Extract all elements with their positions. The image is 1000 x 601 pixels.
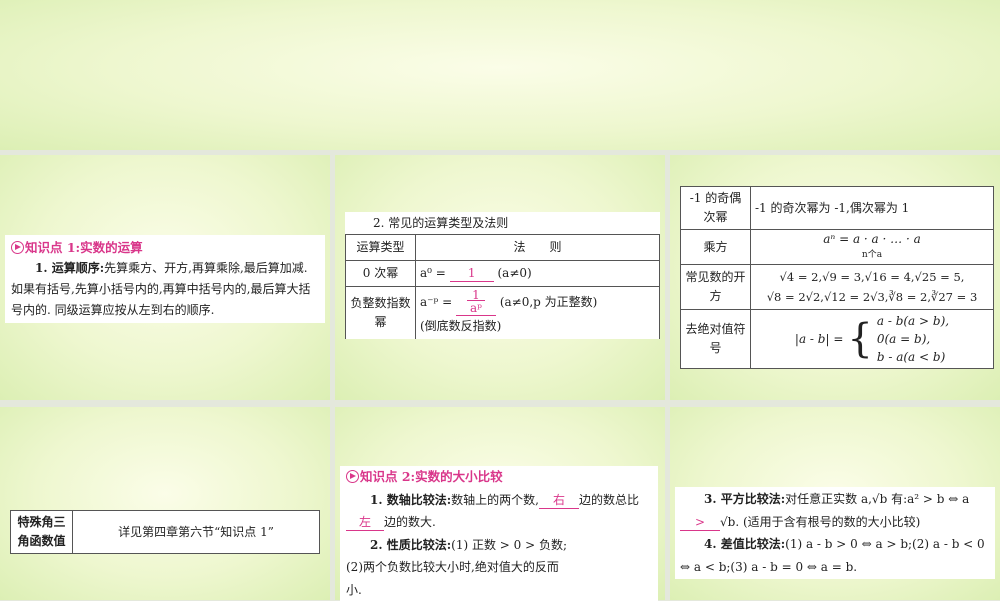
row-type: 常见数的开方 <box>680 264 751 310</box>
knowledge-point-2: 知识点 2:实数的大小比较 1. 数轴比较法:数轴上的两个数, 右边的数总比左 边的… <box>340 466 658 601</box>
answer: > <box>680 514 720 531</box>
row-type: -1 的奇偶次幂 <box>680 186 751 230</box>
row-rule: -1 的奇次幂为 -1,偶次幂为 1 <box>750 186 994 230</box>
play-icon <box>11 241 24 254</box>
kp1-title: 知识点 1:实数的运算 <box>25 240 143 255</box>
condition: (a≠0) <box>497 266 532 280</box>
method-label: 2. 性质比较法: <box>370 537 452 552</box>
formula: |a - b| = <box>794 331 844 346</box>
header-rule: 法 则 <box>415 234 660 261</box>
condition: (a≠0,p 为正整数) <box>499 295 598 309</box>
formula: a⁰ = <box>420 266 446 280</box>
table-title: 2. 常见的运算类型及法则 <box>373 216 509 230</box>
text: 对任意正实数 a,√b 有:a² > b ⇔ a <box>785 492 970 506</box>
row-type: 0 次幂 <box>345 260 416 287</box>
row-type: 去绝对值符号 <box>680 309 751 369</box>
top-panel <box>0 0 1000 150</box>
row-type: 乘方 <box>680 229 751 265</box>
method-label: 4. 差值比较法: <box>704 537 786 551</box>
answer: 1 <box>449 265 494 282</box>
panel-4 <box>0 407 330 600</box>
case: a - b(a > b), <box>876 314 950 328</box>
kp2-title: 知识点 2:实数的大小比较 <box>360 469 503 484</box>
answer: 右 <box>538 492 579 509</box>
formula: a⁻ᵖ = <box>420 295 453 309</box>
rules-table-continued: -1 的奇偶次幂 -1 的奇次幂为 -1,偶次幂为 1 乘方 aⁿ = a · a … <box>680 186 994 369</box>
note: (倒底数反指数) <box>420 319 502 333</box>
row-rule: 详见第四章第六节“知识点 1” <box>72 510 320 554</box>
operation-rules-table: 2. 常见的运算类型及法则 运算类型法 则 0 次幂 a⁰ = 1 (a≠0) 负… <box>345 212 660 339</box>
header-type: 运算类型 <box>345 234 416 261</box>
knowledge-point-1: 知识点 1:实数的运算 1. 运算顺序:先算乘方、开方,再算乘除,最后算加减. … <box>5 235 325 323</box>
play-icon <box>346 470 359 483</box>
row-rule: √4 = 2,√9 = 3,√16 = 4,√25 = 5, <box>779 270 965 284</box>
case: b - a(a < b) <box>876 350 946 364</box>
item-label: 1. 运算顺序: <box>35 261 105 275</box>
brace-label: n个a <box>861 250 883 260</box>
row-rule: aⁿ = a · a · … · a <box>823 232 921 246</box>
answer: 左 <box>346 514 384 531</box>
case: 0(a = b), <box>876 332 931 346</box>
text: 边的数大. <box>384 515 436 529</box>
method-label: 3. 平方比较法: <box>704 492 786 506</box>
text: √b. (适用于含有根号的数的大小比较) <box>720 514 921 529</box>
text: 边的数总比 <box>578 492 639 507</box>
trig-table: 特殊角三角函数值 详见第四章第六节“知识点 1” <box>10 510 320 554</box>
row-type: 特殊角三角函数值 <box>10 510 73 554</box>
row-rule-2: √8 = 2√2,√12 = 2√3,∛8 = 2,∛27 = 3 <box>766 290 978 304</box>
answer-denominator: aᵖ <box>467 300 485 315</box>
comparison-methods: 3. 平方比较法:对任意正实数 a,√b 有:a² > b ⇔ a > √b. (… <box>675 487 995 579</box>
method-label: 1. 数轴比较法: <box>370 492 452 507</box>
text: 数轴上的两个数, <box>451 492 539 507</box>
row-type: 负整数指数幂 <box>345 286 416 339</box>
